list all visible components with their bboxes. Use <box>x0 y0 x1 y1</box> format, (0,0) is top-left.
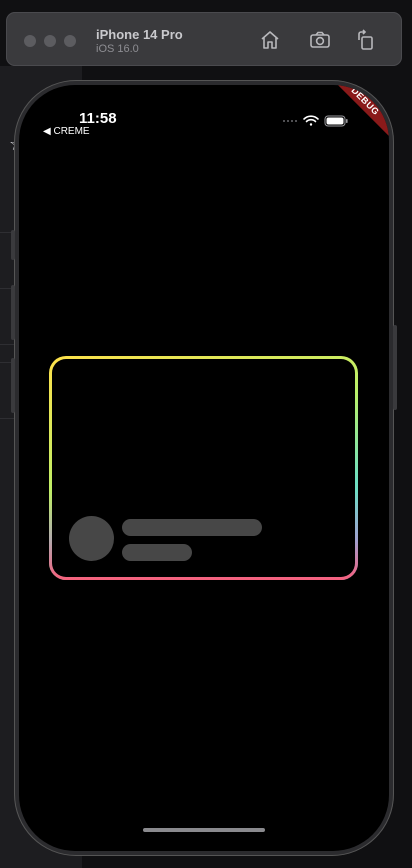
volume-up-button <box>11 285 15 340</box>
os-version: iOS 16.0 <box>96 43 139 55</box>
status-icons <box>283 115 348 127</box>
cellular-signal-icon <box>283 120 297 122</box>
back-to-app-link[interactable]: ◀ CREME <box>43 126 90 137</box>
home-indicator[interactable] <box>143 828 265 832</box>
battery-icon <box>324 115 348 127</box>
screenshot-button[interactable] <box>308 28 332 52</box>
wifi-icon <box>303 115 319 126</box>
home-icon <box>261 31 279 49</box>
subtitle-placeholder-bar <box>122 544 192 561</box>
rotate-button[interactable] <box>354 28 378 52</box>
app-screen: 11:58 ◀ CREME DEBUG <box>19 85 389 851</box>
rotate-icon <box>358 29 373 50</box>
screenshot-icon <box>310 31 330 48</box>
zoom-window-button[interactable] <box>64 35 76 47</box>
power-button <box>393 325 397 410</box>
minimize-window-button[interactable] <box>44 35 56 47</box>
mute-switch <box>11 230 15 260</box>
gradient-border-card <box>49 356 358 580</box>
status-time: 11:58 <box>79 110 117 127</box>
avatar-placeholder <box>69 516 114 561</box>
volume-down-button <box>11 358 15 413</box>
device-name: iPhone 14 Pro <box>96 27 183 42</box>
simulator-toolbar: iPhone 14 Pro iOS 16.0 <box>6 12 402 66</box>
title-placeholder-bar <box>122 519 262 536</box>
close-window-button[interactable] <box>24 35 36 47</box>
card-content <box>52 359 355 577</box>
debug-banner: DEBUG <box>327 85 389 140</box>
iphone-frame: 11:58 ◀ CREME DEBUG <box>11 80 397 856</box>
home-button[interactable] <box>258 28 282 52</box>
simulator-window: ☆ ••• iPhone 14 Pro iOS 16.0 <box>0 0 412 868</box>
